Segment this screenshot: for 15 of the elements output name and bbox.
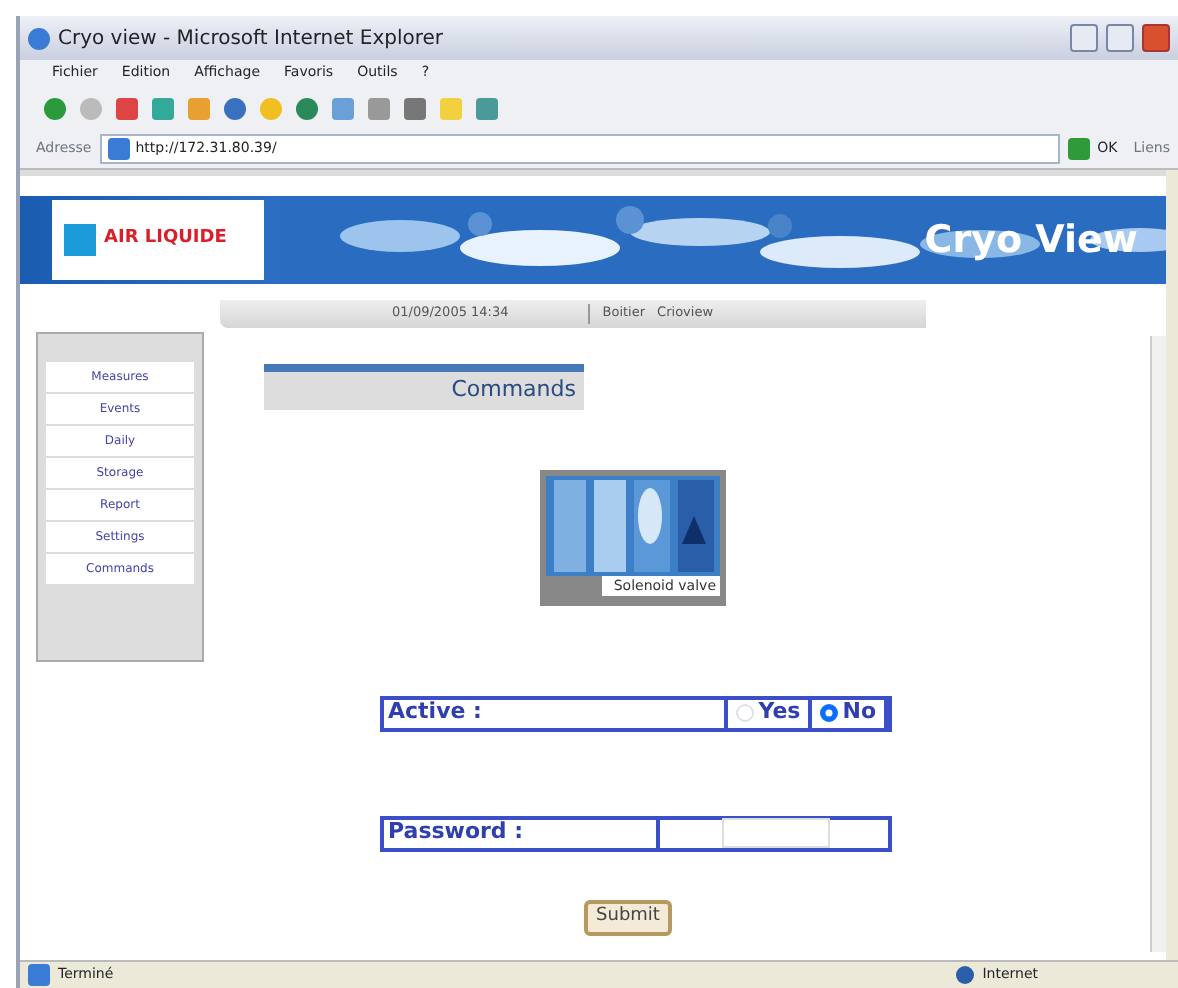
minimize-button[interactable] <box>1070 24 1098 52</box>
logo-text: AIR LIQUIDE <box>104 226 227 253</box>
radio-button[interactable] <box>820 704 839 722</box>
radio-label: No <box>842 696 876 729</box>
submit-button[interactable]: Submit <box>584 899 672 935</box>
password-field[interactable] <box>722 818 830 848</box>
radio-label: Yes <box>758 696 801 729</box>
window-title: Cryo view - Microsoft Internet Explorer <box>58 25 446 53</box>
close-button[interactable] <box>1142 24 1170 52</box>
active-label: Active : <box>384 699 729 727</box>
page-title: Commands <box>264 364 584 409</box>
scrollbar[interactable] <box>1150 336 1166 952</box>
logo-icon <box>64 224 96 256</box>
maximize-button[interactable] <box>1106 24 1134 52</box>
password-label: Password : <box>388 816 524 849</box>
